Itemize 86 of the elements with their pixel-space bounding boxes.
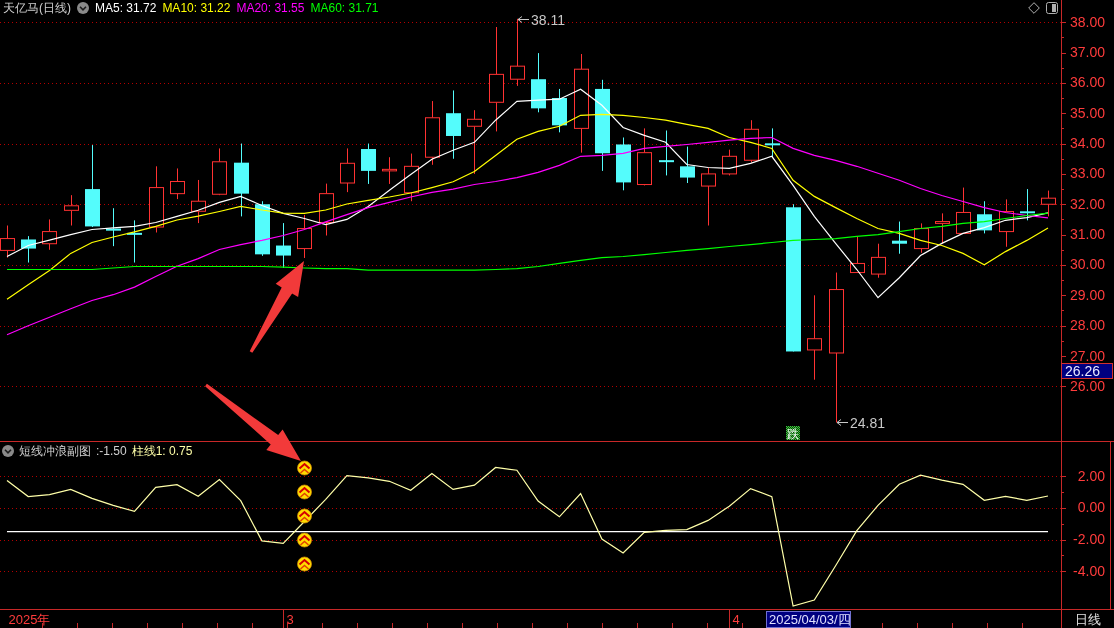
signal-icon (297, 532, 312, 548)
candlestick (616, 137, 631, 191)
axis-label: 35.00 (1069, 104, 1105, 121)
candlestick (935, 212, 950, 245)
signal-icon (297, 460, 312, 476)
price-label: 24.81 (850, 414, 886, 431)
moving-average-value: MA10: 31.22 (162, 1, 231, 15)
axis-label: 30.00 (1069, 256, 1105, 273)
moving-average-value: MA60: 31.71 (310, 1, 379, 15)
candlestick (170, 167, 185, 200)
candlestick (467, 109, 482, 175)
period-label: 日线 (1075, 612, 1101, 627)
candlestick (276, 222, 291, 269)
stock-title: 天亿马(日线) (3, 1, 71, 15)
candlestick (1020, 188, 1035, 221)
axis-label: 31.00 (1069, 226, 1105, 243)
candlestick (531, 52, 546, 113)
time-label: 4 (732, 612, 740, 627)
date-tag: 2025/04/03/四 (766, 611, 851, 628)
indicator-value: 柱线1: 0.75 (131, 444, 193, 458)
leader-arrow (517, 16, 530, 23)
candlestick (850, 235, 865, 274)
chevron-down-icon[interactable] (77, 2, 89, 14)
axis-label: 26.00 (1069, 377, 1105, 394)
candlestick (212, 147, 227, 196)
candlestick (255, 200, 270, 257)
signal-icon (297, 556, 312, 572)
drop-tag: 跌 (786, 426, 800, 441)
signal-icon (297, 508, 312, 524)
indicator-value: :-1.50 (96, 444, 127, 458)
candlestick (340, 147, 355, 193)
candlestick (319, 183, 334, 236)
candlestick (680, 146, 695, 184)
candlestick (1041, 190, 1056, 217)
candlestick (956, 187, 971, 234)
candlestick (404, 153, 419, 202)
panel-toggle-icon[interactable] (1046, 2, 1058, 14)
indicator-title: 短线冲浪副图 (19, 444, 91, 458)
price-tag: 26.26 (1061, 363, 1113, 379)
axis-label: 38.00 (1069, 13, 1105, 30)
chevron-down-icon[interactable] (2, 445, 14, 457)
candlestick (552, 88, 567, 133)
candlestick (722, 149, 737, 176)
axis-label: 2.00 (1077, 467, 1105, 484)
candlestick (744, 119, 759, 163)
candlestick (446, 89, 461, 160)
axis-label: 36.00 (1069, 74, 1105, 91)
diamond-icon[interactable] (1028, 2, 1040, 14)
candlestick (871, 243, 886, 279)
candlestick (659, 130, 674, 176)
candlestick (191, 179, 206, 224)
candlestick (42, 218, 57, 251)
time-label: 3 (286, 612, 294, 627)
candlestick (892, 221, 907, 255)
candlestick (64, 194, 79, 226)
axis-label: 28.00 (1069, 317, 1105, 334)
price-label: 38.11 (531, 11, 565, 28)
candlestick (425, 100, 440, 166)
moving-average-value: MA5: 31.72 (95, 1, 157, 15)
candlestick (637, 127, 652, 186)
axis-label: 29.00 (1069, 286, 1105, 303)
candlestick (361, 143, 376, 185)
axis-label: 34.00 (1069, 135, 1105, 152)
candlestick (297, 214, 312, 259)
candlestick (701, 167, 716, 226)
leader-arrow (836, 419, 849, 426)
candlestick (127, 219, 142, 264)
candlestick (765, 127, 780, 158)
axis-label: 0.00 (1077, 499, 1105, 516)
candlestick (510, 18, 525, 87)
candlestick (999, 198, 1014, 248)
axis-label: -4.00 (1073, 562, 1105, 579)
axis-label: -2.00 (1073, 531, 1105, 548)
candlestick (106, 207, 121, 247)
axis-label: 37.00 (1069, 44, 1105, 60)
axis-label: 33.00 (1069, 165, 1105, 182)
candlestick (21, 235, 36, 264)
signal-icon (297, 484, 312, 500)
time-label: 2025年 (8, 612, 51, 627)
candlestick (977, 200, 992, 234)
moving-average-value: MA20: 31.55 (236, 1, 305, 15)
axis-label: 27.00 (1069, 347, 1105, 364)
axis-label: 32.00 (1069, 195, 1105, 212)
candlestick (914, 222, 929, 254)
candlestick (382, 156, 397, 185)
candlestick (149, 165, 164, 233)
